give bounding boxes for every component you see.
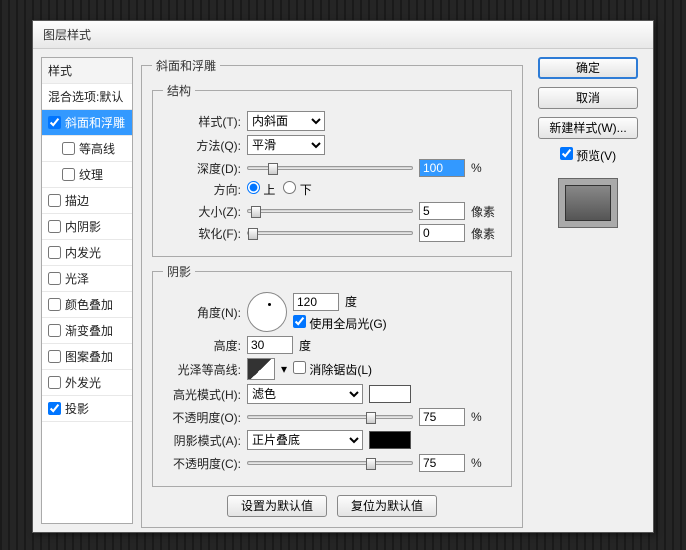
titlebar[interactable]: 图层样式 [33,21,653,49]
stroke-item[interactable]: 描边 [42,188,132,214]
highlight-opacity-label: 不透明度(O): [163,409,241,426]
texture-check[interactable] [62,168,75,181]
texture-item[interactable]: 纹理 [42,162,132,188]
size-label: 大小(Z): [163,203,241,220]
contour-item[interactable]: 等高线 [42,136,132,162]
gloss-label: 光泽等高线: [163,361,241,378]
outer-glow-item[interactable]: 外发光 [42,370,132,396]
shadow-color-swatch[interactable] [369,431,411,449]
color-overlay-item[interactable]: 颜色叠加 [42,292,132,318]
bevel-emboss-item[interactable]: 斜面和浮雕 [42,110,132,136]
set-default-button[interactable]: 设置为默认值 [227,495,327,517]
structure-group: 结构 样式(T): 内斜面 方法(Q): 平滑 深度(D): % [152,82,512,257]
shading-group: 阴影 角度(N): 度 使用全局光(G) 高度: [152,263,512,487]
depth-input[interactable] [419,159,465,177]
color-overlay-check[interactable] [48,298,61,311]
angle-dial[interactable] [247,292,287,332]
soften-input[interactable] [419,224,465,242]
blend-options[interactable]: 混合选项:默认 [42,84,132,110]
inner-glow-check[interactable] [48,246,61,259]
gloss-contour-swatch[interactable] [247,358,275,380]
style-label: 样式(T): [163,113,241,130]
satin-check[interactable] [48,272,61,285]
altitude-input[interactable] [247,336,293,354]
bevel-legend: 斜面和浮雕 [152,57,220,74]
drop-shadow-item[interactable]: 投影 [42,396,132,422]
ok-button[interactable]: 确定 [538,57,638,79]
shadow-opacity-label: 不透明度(C): [163,455,241,472]
preview-swatch [558,178,618,228]
gradient-overlay-check[interactable] [48,324,61,337]
outer-glow-check[interactable] [48,376,61,389]
layer-style-dialog: 图层样式 样式 混合选项:默认 斜面和浮雕 等高线 纹理 描边 内阴影 内发光 … [32,20,654,533]
depth-slider[interactable] [247,166,413,170]
highlight-mode-select[interactable]: 滤色 [247,384,363,404]
style-select[interactable]: 内斜面 [247,111,325,131]
highlight-opacity-input[interactable] [419,408,465,426]
chevron-down-icon[interactable]: ▾ [281,362,287,376]
shadow-mode-label: 阴影模式(A): [163,432,241,449]
angle-unit: 度 [345,293,357,310]
right-panel: 确定 取消 新建样式(W)... 预览(V) [531,57,645,524]
styles-header[interactable]: 样式 [42,58,132,84]
shadow-opacity-slider[interactable] [247,461,413,465]
direction-label: 方向: [163,181,241,198]
inner-shadow-item[interactable]: 内阴影 [42,214,132,240]
dir-up[interactable]: 上 [247,181,275,198]
altitude-unit: 度 [299,337,311,354]
highlight-opacity-slider[interactable] [247,415,413,419]
gradient-overlay-item[interactable]: 渐变叠加 [42,318,132,344]
dir-down[interactable]: 下 [283,181,311,198]
dialog-title: 图层样式 [43,26,91,43]
stroke-check[interactable] [48,194,61,207]
bevel-group: 斜面和浮雕 结构 样式(T): 内斜面 方法(Q): 平滑 深度(D): [141,57,523,528]
size-unit: 像素 [471,203,501,220]
altitude-label: 高度: [163,337,241,354]
satin-item[interactable]: 光泽 [42,266,132,292]
depth-unit: % [471,161,501,175]
depth-label: 深度(D): [163,160,241,177]
hi-op-unit: % [471,410,501,424]
angle-label: 角度(N): [163,304,241,321]
soften-unit: 像素 [471,225,501,242]
soften-slider[interactable] [247,231,413,235]
pattern-overlay-item[interactable]: 图案叠加 [42,344,132,370]
shadow-opacity-input[interactable] [419,454,465,472]
technique-label: 方法(Q): [163,137,241,154]
preview-toggle[interactable]: 预览(V) [560,147,616,164]
pattern-overlay-check[interactable] [48,350,61,363]
soften-label: 软化(F): [163,225,241,242]
global-light[interactable]: 使用全局光(G) [293,315,387,332]
highlight-color-swatch[interactable] [369,385,411,403]
drop-shadow-check[interactable] [48,402,61,415]
anti-alias[interactable]: 消除锯齿(L) [293,361,372,378]
size-input[interactable] [419,202,465,220]
size-slider[interactable] [247,209,413,213]
style-list: 样式 混合选项:默认 斜面和浮雕 等高线 纹理 描边 内阴影 内发光 光泽 颜色… [41,57,133,524]
inner-glow-item[interactable]: 内发光 [42,240,132,266]
angle-input[interactable] [293,293,339,311]
structure-legend: 结构 [163,82,195,99]
center-panel: 斜面和浮雕 结构 样式(T): 内斜面 方法(Q): 平滑 深度(D): [141,57,523,524]
sh-op-unit: % [471,456,501,470]
inner-shadow-check[interactable] [48,220,61,233]
technique-select[interactable]: 平滑 [247,135,325,155]
bevel-check[interactable] [48,116,61,129]
new-style-button[interactable]: 新建样式(W)... [538,117,638,139]
shading-legend: 阴影 [163,263,195,280]
highlight-mode-label: 高光模式(H): [163,386,241,403]
cancel-button[interactable]: 取消 [538,87,638,109]
contour-check[interactable] [62,142,75,155]
reset-default-button[interactable]: 复位为默认值 [337,495,437,517]
shadow-mode-select[interactable]: 正片叠底 [247,430,363,450]
